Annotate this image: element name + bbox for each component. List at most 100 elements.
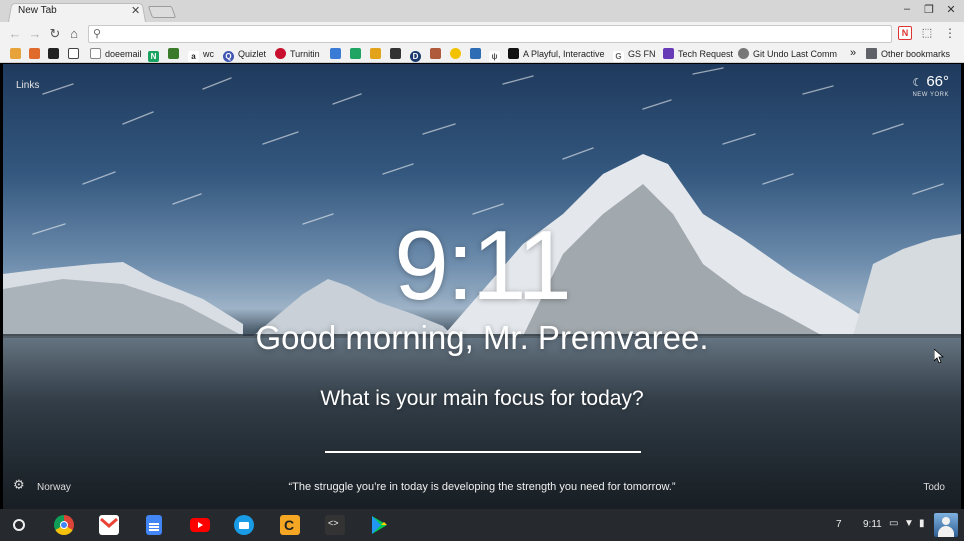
bookmark-item-green[interactable] <box>168 47 183 61</box>
bookmark-item-gsfn[interactable]: G GS FN <box>613 47 656 62</box>
bookmark-item-wc[interactable]: a wc <box>188 47 214 62</box>
links-button[interactable]: Links <box>16 80 39 91</box>
search-icon: ⚲ <box>93 28 102 40</box>
bookmark-item-d[interactable]: D <box>410 47 425 62</box>
bookmark-item-dark[interactable] <box>390 47 405 61</box>
quizlet-icon: Q <box>223 51 234 62</box>
turnitin-icon <box>275 48 286 59</box>
bookmark-label: doeemail <box>105 49 142 59</box>
reload-icon[interactable]: ↻ <box>47 26 63 42</box>
weather-temperature: 66° <box>926 73 949 90</box>
extension-capture-icon[interactable]: ⬚ <box>920 26 934 40</box>
folder-icon <box>866 48 877 59</box>
youtube-app-icon[interactable] <box>190 518 210 532</box>
arrow-right-icon[interactable]: → <box>27 26 43 42</box>
mouse-cursor-icon <box>934 349 944 363</box>
github-icon <box>48 48 59 59</box>
tab-strip: New Tab ✕ ‒ ❐ ✕ <box>0 0 964 22</box>
battery-icon: ▮ <box>919 518 925 529</box>
window-close-icon[interactable]: ✕ <box>944 3 958 16</box>
files-app-icon[interactable] <box>234 515 254 535</box>
bookmark-yellow-icon <box>450 48 461 59</box>
gmail-app-icon[interactable] <box>99 515 119 535</box>
caret-app-icon[interactable]: C <box>280 515 300 535</box>
bookmark-label: wc <box>203 49 214 59</box>
bookmark-item-tech-request[interactable]: Tech Request <box>663 47 733 61</box>
bookmark-box-icon <box>430 48 441 59</box>
clock: 9:11 <box>394 210 571 320</box>
bookmark-label: GS FN <box>628 49 656 59</box>
system-time[interactable]: 9:11 <box>863 519 882 530</box>
bookmarks-overflow-button[interactable]: » <box>850 46 856 60</box>
bookmarks-bar: doeemail N a wc Q Quizlet Turnitin D ψ A P… <box>0 45 964 63</box>
screen-icon: ▭ <box>889 518 899 529</box>
moon-icon: ☾ <box>912 77 923 89</box>
restore-icon[interactable]: ❐ <box>922 3 936 16</box>
bookmark-item-n[interactable]: N <box>148 47 163 62</box>
bookmark-black-icon <box>508 48 519 59</box>
weather-widget[interactable]: ☾ 66° NEW YORK <box>912 73 949 98</box>
bookmark-item-github[interactable] <box>48 47 63 61</box>
bookmark-item-git-undo[interactable]: Git Undo Last Comm <box>738 47 837 61</box>
extension-n-icon[interactable]: N <box>898 26 912 40</box>
drive-icon <box>350 48 361 59</box>
bookmark-item-blue[interactable] <box>470 47 485 61</box>
bookmark-item-drive[interactable] <box>350 47 365 61</box>
bookmark-label: Turnitin <box>290 49 320 59</box>
launcher-icon[interactable] <box>13 519 25 531</box>
code-app-icon[interactable]: <> <box>325 515 345 535</box>
chrome-app-icon[interactable] <box>54 515 74 535</box>
more-vert-icon[interactable]: ⋮ <box>943 26 957 40</box>
bookmark-label: Quizlet <box>238 49 267 59</box>
page-icon <box>90 48 101 59</box>
bookmark-item-24[interactable] <box>330 47 345 61</box>
other-bookmarks-label: Other bookmarks <box>881 49 951 59</box>
bookmark-item-2[interactable] <box>29 47 44 61</box>
bookmark-item-turnitin[interactable]: Turnitin <box>275 47 320 61</box>
arrow-left-icon[interactable]: ← <box>7 26 23 42</box>
new-tab-button[interactable] <box>147 6 177 18</box>
bookmark-blue-icon <box>470 48 481 59</box>
bookmark-24-icon <box>330 48 341 59</box>
bookmark-label: Tech Request <box>678 49 734 59</box>
home-icon[interactable]: ⌂ <box>66 26 82 42</box>
bookmark-item-codepen[interactable] <box>68 47 83 61</box>
notification-count[interactable]: 7 <box>836 519 842 530</box>
bookmark-item-box[interactable] <box>430 47 445 61</box>
amazon-icon: a <box>188 51 199 62</box>
daily-quote: “The struggle you’re in today is develop… <box>288 481 676 493</box>
forms-icon <box>663 48 674 59</box>
tab-close-icon[interactable]: ✕ <box>131 4 140 17</box>
momentum-new-tab: Links ☾ 66° NEW YORK 9:11 Good morning, M… <box>3 64 961 509</box>
address-bar[interactable]: ⚲ <box>88 25 892 43</box>
bookmark-item-quizlet[interactable]: Q Quizlet <box>223 47 267 62</box>
focus-question: What is your main focus for today? <box>320 387 644 410</box>
bookmark-grid-icon <box>370 48 381 59</box>
focus-input[interactable] <box>325 451 641 453</box>
minimize-icon[interactable]: ‒ <box>900 3 914 15</box>
bookmark-label: Git Undo Last Comm <box>753 49 838 59</box>
bookmark-item-grid[interactable] <box>370 47 385 61</box>
bookmark-icon-2 <box>29 48 40 59</box>
greeting: Good morning, Mr. Premvaree. <box>255 319 709 356</box>
bookmark-d-icon: D <box>410 51 421 62</box>
docs-app-icon[interactable] <box>146 515 162 535</box>
bookmark-item-doeemail[interactable]: doeemail <box>90 47 142 61</box>
gs-icon: G <box>613 51 624 62</box>
bookmark-green-icon <box>168 48 179 59</box>
bookmark-icon-1 <box>10 48 21 59</box>
bookmark-label: A Playful, Interactive <box>523 49 605 59</box>
bookmark-item-playful[interactable]: A Playful, Interactive <box>508 47 605 61</box>
bookmark-item-fork[interactable]: ψ <box>489 47 504 62</box>
bookmark-item-1[interactable] <box>10 47 25 61</box>
other-bookmarks-folder[interactable]: Other bookmarks <box>866 47 950 61</box>
play-store-app-icon[interactable] <box>369 515 389 535</box>
bookmark-item-yellow[interactable] <box>450 47 465 61</box>
avatar[interactable] <box>934 513 958 537</box>
todo-button[interactable]: Todo <box>923 482 945 493</box>
tab-title[interactable]: New Tab <box>18 5 57 16</box>
bookmark-n-icon: N <box>148 51 159 62</box>
os-shelf: C <> 7 9:11 ▭ ▼ ▮ <box>0 509 964 541</box>
codepen-icon <box>68 48 79 59</box>
bookmark-fork-icon: ψ <box>489 51 500 62</box>
